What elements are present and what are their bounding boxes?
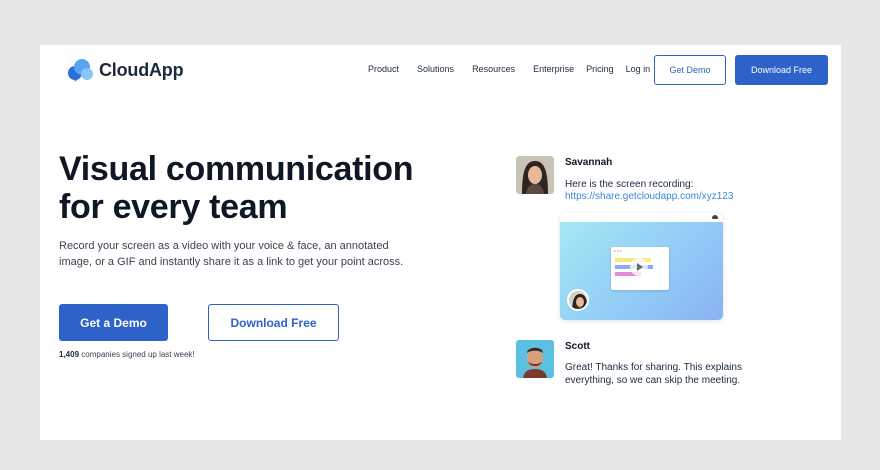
savannah-message: Here is the screen recording:: [565, 179, 694, 190]
cloud-logo-icon: [68, 59, 93, 82]
nav-resources[interactable]: Resources: [472, 64, 515, 74]
cloudapp-logo[interactable]: CloudApp: [67, 58, 184, 82]
hero-headline: Visual communication for every team: [59, 150, 459, 226]
signup-count: 1,409: [59, 350, 80, 359]
landing-page: CloudApp Product Solutions Resources Ent…: [40, 45, 841, 440]
nav-pricing[interactable]: Pricing: [586, 64, 614, 74]
download-free-nav-button[interactable]: Download Free: [735, 55, 828, 85]
nav-log-in[interactable]: Log in: [626, 64, 651, 74]
nav-product[interactable]: Product: [368, 64, 399, 74]
scott-message-line-1: Great! Thanks for sharing. This explains: [565, 362, 742, 373]
cloud-mini-icon: [712, 215, 718, 219]
play-icon[interactable]: [630, 258, 648, 276]
hero-subcopy: Record your screen as a video with your …: [59, 240, 404, 268]
headline-line-1: Visual communication: [59, 150, 414, 188]
signup-note: 1,409 companies signed up last week!: [59, 350, 195, 359]
scott-avatar: [516, 340, 554, 378]
savannah-avatar: [516, 156, 554, 194]
main-nav: Product Solutions Resources Enterprise P…: [368, 64, 650, 74]
get-demo-button[interactable]: Get Demo: [654, 55, 726, 85]
window-dots: [614, 250, 623, 252]
screen-window: [611, 247, 669, 290]
share-link[interactable]: https://share.getcloudapp.com/xyz123: [565, 191, 733, 202]
nav-solutions[interactable]: Solutions: [417, 64, 454, 74]
brand-name: CloudApp: [99, 59, 184, 80]
scott-name: Scott: [565, 341, 590, 352]
signup-text: companies signed up last week!: [79, 350, 195, 359]
scott-message-line-2: everything, so we can skip the meeting.: [565, 375, 741, 386]
savannah-name: Savannah: [565, 157, 613, 168]
webcam-avatar: [567, 289, 589, 311]
get-a-demo-button[interactable]: Get a Demo: [59, 304, 168, 341]
download-free-button[interactable]: Download Free: [208, 304, 339, 341]
video-thumbnail[interactable]: [560, 213, 723, 320]
scott-message: Great! Thanks for sharing. This explains…: [565, 361, 742, 387]
headline-line-2: for every team: [59, 188, 288, 226]
nav-enterprise[interactable]: Enterprise: [533, 64, 574, 74]
video-title-bar: [560, 213, 723, 222]
